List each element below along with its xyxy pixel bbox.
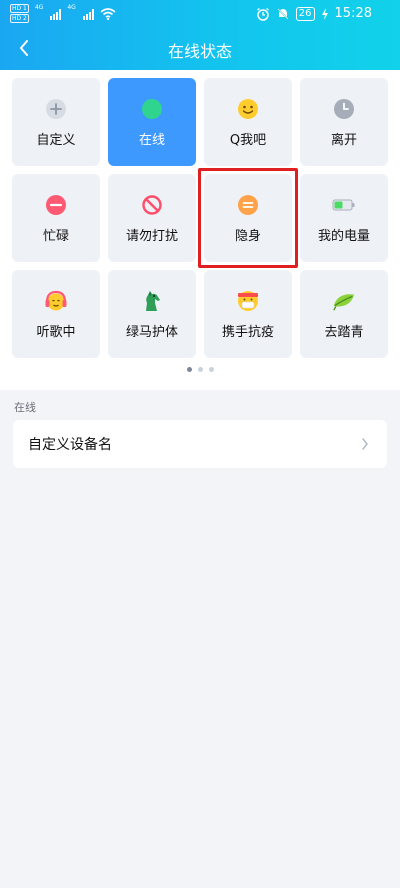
status-grid: 自定义 在线 Q我吧 离开 忙碌 请勿打扰 隐身 我的电量 听歌中 绿马护体 携… bbox=[0, 70, 400, 390]
page-indicator bbox=[0, 367, 400, 377]
status-tile-fight-epidemic[interactable]: 携手抗疫 bbox=[204, 270, 292, 358]
battery-icon bbox=[332, 193, 356, 217]
mask-icon bbox=[236, 289, 260, 313]
busy-icon bbox=[44, 193, 68, 217]
status-label: 在线 bbox=[138, 132, 165, 148]
status-tile-away[interactable]: 离开 bbox=[300, 78, 388, 166]
leaf-icon bbox=[332, 289, 356, 313]
status-tile-listening[interactable]: 听歌中 bbox=[12, 270, 100, 358]
status-label: 隐身 bbox=[234, 228, 261, 244]
status-label: 我的电量 bbox=[317, 228, 370, 244]
status-tile-q-me[interactable]: Q我吧 bbox=[204, 78, 292, 166]
green-horse-icon bbox=[140, 289, 164, 313]
page-title: 在线状态 bbox=[167, 42, 232, 61]
status-right: 26 15:28 bbox=[256, 6, 372, 21]
hd1-badge: HD 1 bbox=[10, 4, 29, 13]
charging-icon bbox=[321, 7, 328, 20]
do-not-disturb-icon bbox=[140, 193, 164, 217]
app-header: HD 1 HD 2 4G 4G 26 15:28 在线状态 bbox=[0, 0, 400, 70]
net-tag-2: 4G bbox=[67, 3, 76, 11]
status-bar: HD 1 HD 2 4G 4G 26 15:28 bbox=[0, 0, 400, 28]
online-dot-icon bbox=[140, 97, 164, 121]
section-label: 在线 bbox=[14, 401, 36, 414]
status-tile-online[interactable]: 在线 bbox=[108, 78, 196, 166]
status-tile-spring-outing[interactable]: 去踏青 bbox=[300, 270, 388, 358]
custom-device-name-label: 自定义设备名 bbox=[28, 437, 112, 453]
clock-icon bbox=[332, 97, 356, 121]
status-label: 忙碌 bbox=[42, 228, 69, 244]
status-tile-dnd[interactable]: 请勿打扰 bbox=[108, 174, 196, 262]
plus-icon bbox=[44, 97, 68, 121]
battery-level: 26 bbox=[295, 6, 315, 21]
net-tag-1: 4G bbox=[34, 3, 44, 11]
status-label: 自定义 bbox=[36, 132, 76, 148]
status-tile-invisible[interactable]: 隐身 bbox=[198, 168, 298, 268]
signal-icon-1 bbox=[50, 8, 62, 20]
status-label: 绿马护体 bbox=[125, 324, 178, 340]
status-label: 请勿打扰 bbox=[125, 228, 178, 244]
status-label: 去踏青 bbox=[324, 324, 364, 340]
title-bar: 在线状态 bbox=[0, 28, 400, 68]
status-label: 听歌中 bbox=[36, 324, 76, 340]
status-label: 离开 bbox=[330, 132, 357, 148]
status-label: Q我吧 bbox=[229, 132, 267, 148]
hd2-badge: HD 2 bbox=[10, 14, 29, 23]
status-tile-custom[interactable]: 自定义 bbox=[12, 78, 100, 166]
alarm-icon bbox=[256, 7, 269, 21]
page-dot bbox=[197, 367, 203, 372]
page-dot bbox=[208, 367, 214, 372]
custom-device-name-row[interactable]: 自定义设备名 bbox=[13, 420, 387, 468]
invisible-icon bbox=[236, 193, 260, 217]
wifi-icon bbox=[100, 7, 116, 20]
chevron-right-icon bbox=[359, 436, 371, 452]
clock-time: 15:28 bbox=[334, 6, 372, 21]
hd-badges: HD 1 HD 2 bbox=[10, 4, 29, 23]
headphones-icon bbox=[44, 289, 68, 313]
signal-icon-2 bbox=[82, 8, 94, 20]
status-tile-busy[interactable]: 忙碌 bbox=[12, 174, 100, 262]
smile-icon bbox=[236, 97, 260, 121]
mute-icon bbox=[277, 7, 289, 20]
status-tile-green-horse[interactable]: 绿马护体 bbox=[108, 270, 196, 358]
page-dot-active bbox=[186, 367, 192, 372]
status-label: 携手抗疫 bbox=[221, 324, 274, 340]
status-left: HD 1 HD 2 4G 4G bbox=[10, 4, 116, 23]
status-tile-battery[interactable]: 我的电量 bbox=[300, 174, 388, 262]
